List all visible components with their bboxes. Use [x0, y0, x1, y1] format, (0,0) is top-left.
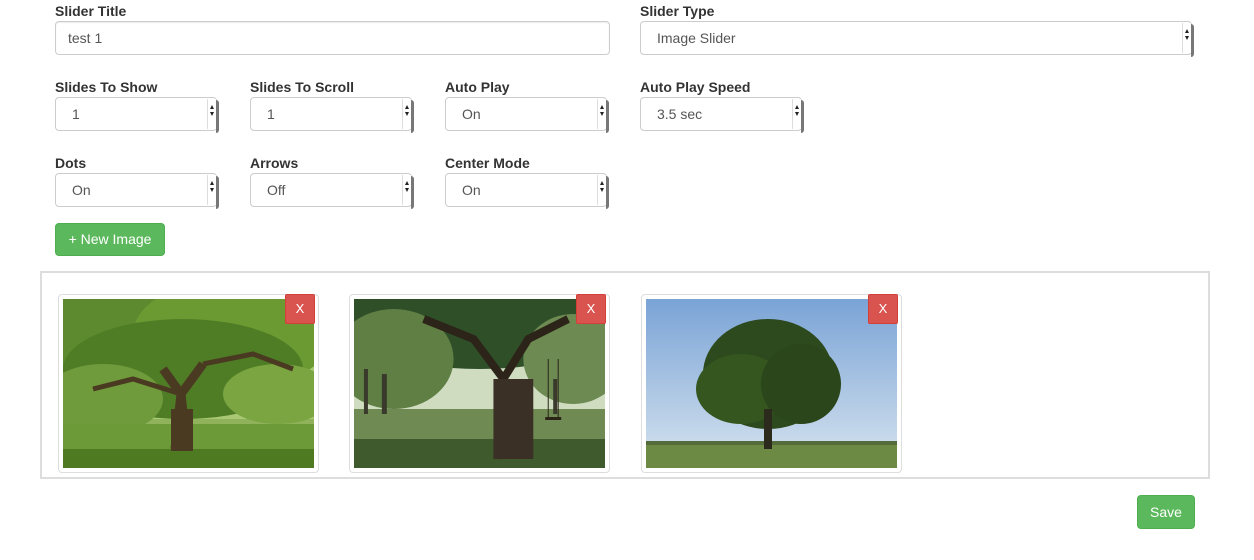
tree-photo-image: [646, 299, 897, 468]
auto-play-speed-select[interactable]: 3.5 sec: [640, 97, 804, 133]
dots-label: Dots: [55, 155, 87, 171]
select-edge: [801, 100, 804, 133]
slider-type-select[interactable]: Image Slider: [640, 21, 1194, 57]
select-edge: [411, 176, 414, 209]
slides-to-show-select[interactable]: 1: [55, 97, 219, 133]
auto-play-select[interactable]: On: [445, 97, 609, 133]
arrows-select[interactable]: Off: [250, 173, 414, 209]
image-gallery: X X X: [40, 271, 1210, 479]
chevron-updown-icon: [207, 175, 216, 205]
tree-photo-image: [63, 299, 314, 468]
new-image-button[interactable]: + New Image: [55, 223, 165, 256]
chevron-updown-icon: [402, 99, 411, 129]
slider-title-input[interactable]: test 1: [55, 21, 610, 55]
slides-to-scroll-value: 1: [267, 106, 275, 122]
image-thumbnail[interactable]: X: [349, 294, 610, 473]
select-edge: [606, 100, 609, 133]
auto-play-label: Auto Play: [445, 79, 510, 95]
auto-play-speed-value: 3.5 sec: [657, 106, 703, 122]
select-edge: [606, 176, 609, 209]
remove-image-button[interactable]: X: [576, 294, 606, 324]
chevron-updown-icon: [792, 99, 801, 129]
tree-photo-image: [354, 299, 605, 468]
dots-select[interactable]: On: [55, 173, 219, 209]
select-edge: [216, 176, 219, 209]
center-mode-label: Center Mode: [445, 155, 530, 171]
slides-to-scroll-select[interactable]: 1: [250, 97, 414, 133]
image-thumbnail[interactable]: X: [58, 294, 319, 473]
slides-to-show-label: Slides To Show: [55, 79, 158, 95]
select-edge: [1191, 24, 1194, 57]
slider-title-label: Slider Title: [55, 3, 127, 19]
slider-type-value: Image Slider: [657, 30, 736, 46]
arrows-value: Off: [267, 182, 286, 198]
select-edge: [216, 100, 219, 133]
select-edge: [411, 100, 414, 133]
dots-value: On: [72, 182, 91, 198]
chevron-updown-icon: [207, 99, 216, 129]
slides-to-scroll-label: Slides To Scroll: [250, 79, 354, 95]
slider-type-label: Slider Type: [640, 3, 715, 19]
remove-image-button[interactable]: X: [868, 294, 898, 324]
chevron-updown-icon: [1182, 23, 1191, 53]
arrows-label: Arrows: [250, 155, 299, 171]
auto-play-value: On: [462, 106, 481, 122]
center-mode-value: On: [462, 182, 481, 198]
slides-to-show-value: 1: [72, 106, 80, 122]
save-button[interactable]: Save: [1137, 495, 1195, 529]
chevron-updown-icon: [402, 175, 411, 205]
center-mode-select[interactable]: On: [445, 173, 609, 209]
chevron-updown-icon: [597, 99, 606, 129]
remove-image-button[interactable]: X: [285, 294, 315, 324]
auto-play-speed-label: Auto Play Speed: [640, 79, 751, 95]
image-thumbnail[interactable]: X: [641, 294, 902, 473]
chevron-updown-icon: [597, 175, 606, 205]
